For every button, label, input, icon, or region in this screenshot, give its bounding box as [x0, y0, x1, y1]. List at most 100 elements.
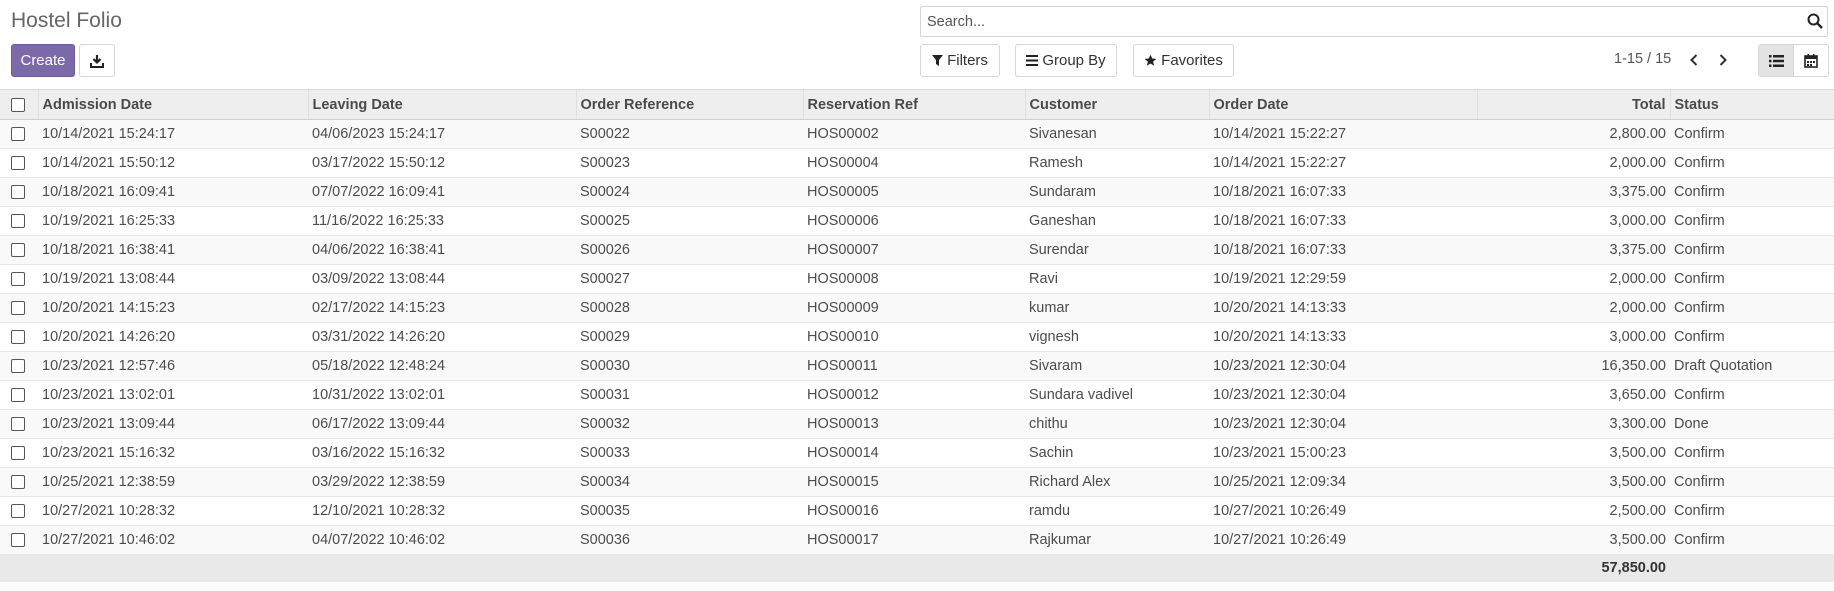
- row-checkbox[interactable]: [11, 359, 25, 374]
- table-row[interactable]: 10/19/2021 16:25:33 11/16/2022 16:25:33 S0…: [0, 206, 1834, 236]
- table-row[interactable]: 10/19/2021 13:08:44 03/09/2022 13:08:44 S0…: [0, 264, 1834, 294]
- cell-customer: Sachin: [1025, 438, 1209, 468]
- download-icon: [90, 54, 104, 68]
- table-row[interactable]: 10/14/2021 15:50:12 03/17/2022 15:50:12 S0…: [0, 148, 1834, 178]
- row-checkbox[interactable]: [11, 272, 25, 287]
- filters-button[interactable]: Filters: [920, 44, 1000, 77]
- cell-status: Confirm: [1670, 148, 1834, 178]
- cell-order-date: 10/23/2021 12:30:04: [1209, 380, 1477, 410]
- cell-admission-date: 10/27/2021 10:28:32: [38, 496, 308, 526]
- cell-status: Confirm: [1670, 206, 1834, 236]
- cell-order-date: 10/18/2021 16:07:33: [1209, 177, 1477, 207]
- row-checkbox[interactable]: [11, 301, 25, 316]
- cell-leaving-date: 02/17/2022 14:15:23: [308, 293, 576, 323]
- cell-total: 2,000.00: [1477, 293, 1670, 323]
- row-checkbox[interactable]: [11, 243, 25, 258]
- cell-customer: Richard Alex: [1025, 467, 1209, 497]
- column-header-admission-date[interactable]: Admission Date: [37, 89, 308, 120]
- cell-customer: Ravi: [1025, 264, 1209, 294]
- cell-order-reference: S00026: [576, 235, 803, 265]
- row-select-cell: [0, 496, 38, 526]
- row-select-cell: [0, 264, 38, 294]
- cell-leaving-date: 10/31/2022 13:02:01: [308, 380, 576, 410]
- cell-reservation-ref: HOS00005: [803, 177, 1025, 207]
- cell-total: 16,350.00: [1477, 351, 1670, 381]
- row-checkbox[interactable]: [11, 127, 25, 142]
- create-button[interactable]: Create: [11, 44, 75, 77]
- table-body: 10/14/2021 15:24:17 04/06/2023 15:24:17 S0…: [0, 119, 1834, 555]
- cell-order-date: 10/18/2021 16:07:33: [1209, 235, 1477, 265]
- table-row[interactable]: 10/23/2021 13:09:44 06/17/2022 13:09:44 S0…: [0, 409, 1834, 439]
- row-checkbox[interactable]: [11, 388, 25, 403]
- row-checkbox[interactable]: [11, 533, 25, 548]
- column-header-reservation-ref[interactable]: Reservation Ref: [802, 89, 1025, 120]
- table-row[interactable]: 10/25/2021 12:38:59 03/29/2022 12:38:59 S0…: [0, 467, 1834, 497]
- row-checkbox[interactable]: [11, 475, 25, 490]
- cell-admission-date: 10/19/2021 16:25:33: [38, 206, 308, 236]
- table-row[interactable]: 10/18/2021 16:09:41 07/07/2022 16:09:41 S0…: [0, 177, 1834, 207]
- column-header-total[interactable]: Total: [1476, 89, 1670, 120]
- download-button[interactable]: [79, 44, 115, 77]
- table-row[interactable]: 10/20/2021 14:15:23 02/17/2022 14:15:23 S0…: [0, 293, 1834, 323]
- cell-reservation-ref: HOS00008: [803, 264, 1025, 294]
- cell-status: Confirm: [1670, 119, 1834, 149]
- pager-value[interactable]: 1-15 / 15: [1614, 51, 1671, 67]
- table-row[interactable]: 10/27/2021 10:28:32 12/10/2021 10:28:32 S0…: [0, 496, 1834, 526]
- favorites-button[interactable]: Favorites: [1133, 44, 1234, 77]
- row-checkbox[interactable]: [11, 185, 25, 200]
- cell-admission-date: 10/23/2021 13:02:01: [38, 380, 308, 410]
- table-row[interactable]: 10/20/2021 14:26:20 03/31/2022 14:26:20 S0…: [0, 322, 1834, 352]
- table-row[interactable]: 10/23/2021 13:02:01 10/31/2022 13:02:01 S0…: [0, 380, 1834, 410]
- select-all-checkbox[interactable]: [11, 97, 25, 112]
- cell-customer: Ramesh: [1025, 148, 1209, 178]
- column-header-leaving-date[interactable]: Leaving Date: [307, 89, 576, 120]
- list-view-button[interactable]: [1759, 45, 1793, 76]
- table-row[interactable]: 10/14/2021 15:24:17 04/06/2023 15:24:17 S0…: [0, 119, 1834, 149]
- cell-order-date: 10/19/2021 12:29:59: [1209, 264, 1477, 294]
- cell-total: 3,500.00: [1477, 467, 1670, 497]
- cell-leaving-date: 03/16/2022 15:16:32: [308, 438, 576, 468]
- row-checkbox[interactable]: [11, 417, 25, 432]
- pager-previous-button[interactable]: [1683, 49, 1705, 71]
- cell-order-date: 10/27/2021 10:26:49: [1209, 525, 1477, 555]
- filter-icon: [932, 55, 944, 66]
- cell-order-reference: S00024: [576, 177, 803, 207]
- row-checkbox[interactable]: [11, 214, 25, 229]
- table-footer-row: 57,850.00: [0, 554, 1834, 582]
- row-checkbox[interactable]: [11, 330, 25, 345]
- row-select-cell: [0, 351, 38, 381]
- table-row[interactable]: 10/23/2021 12:57:46 05/18/2022 12:48:24 S0…: [0, 351, 1834, 381]
- cell-admission-date: 10/19/2021 13:08:44: [38, 264, 308, 294]
- cell-order-reference: S00032: [576, 409, 803, 439]
- cell-order-reference: S00025: [576, 206, 803, 236]
- column-header-customer[interactable]: Customer: [1024, 89, 1209, 120]
- cell-order-date: 10/27/2021 10:26:49: [1209, 496, 1477, 526]
- row-checkbox[interactable]: [11, 446, 25, 461]
- table-row[interactable]: 10/23/2021 15:16:32 03/16/2022 15:16:32 S0…: [0, 438, 1834, 468]
- row-checkbox[interactable]: [11, 156, 25, 171]
- cell-total: 3,375.00: [1477, 235, 1670, 265]
- row-checkbox[interactable]: [11, 504, 25, 519]
- pager-next-button[interactable]: [1712, 49, 1734, 71]
- cell-order-date: 10/23/2021 12:30:04: [1209, 409, 1477, 439]
- cell-order-date: 10/23/2021 15:00:23: [1209, 438, 1477, 468]
- column-header-status[interactable]: Status: [1669, 89, 1834, 120]
- search-input[interactable]: [921, 7, 1791, 36]
- search-icon[interactable]: [1806, 12, 1824, 30]
- cell-order-reference: S00034: [576, 467, 803, 497]
- cell-status: Draft Quotation: [1670, 351, 1834, 381]
- list-view-icon: [1768, 54, 1784, 67]
- search-box: [920, 6, 1828, 37]
- cell-order-reference: S00029: [576, 322, 803, 352]
- cell-admission-date: 10/25/2021 12:38:59: [38, 467, 308, 497]
- cell-customer: Sivaram: [1025, 351, 1209, 381]
- table-row[interactable]: 10/18/2021 16:38:41 04/06/2022 16:38:41 S0…: [0, 235, 1834, 265]
- cell-customer: Sundaram: [1025, 177, 1209, 207]
- calendar-view-button[interactable]: [1793, 45, 1828, 76]
- column-header-order-reference[interactable]: Order Reference: [575, 89, 803, 120]
- cell-reservation-ref: HOS00010: [803, 322, 1025, 352]
- column-header-order-date[interactable]: Order Date: [1208, 89, 1477, 120]
- table-row[interactable]: 10/27/2021 10:46:02 04/07/2022 10:46:02 S0…: [0, 525, 1834, 555]
- calendar-icon: [1804, 53, 1818, 68]
- group-by-button[interactable]: Group By: [1015, 44, 1117, 77]
